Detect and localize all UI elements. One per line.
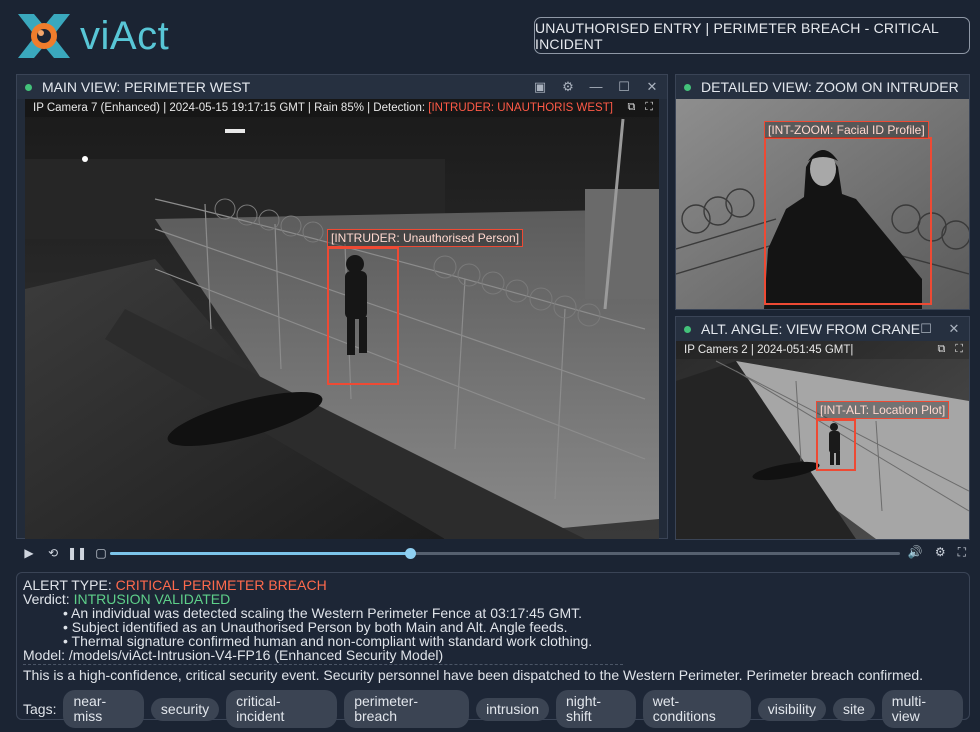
play-icon[interactable]: ▶: [18, 546, 40, 560]
tag-list: Tags: near-miss security critical-incide…: [23, 690, 963, 728]
tag-chip[interactable]: night-shift: [556, 690, 636, 728]
main-camera-feed[interactable]: IP Camera 7 (Enhanced) | 2024-05-15 19:1…: [25, 99, 659, 539]
finding-item: • An individual was detected scaling the…: [63, 605, 583, 621]
logo-text: viAct: [80, 13, 170, 58]
tag-chip[interactable]: visibility: [757, 697, 826, 721]
fullscreen-icon[interactable]: ⛶: [645, 101, 653, 114]
tag-chip[interactable]: multi-view: [881, 690, 963, 728]
volume-icon[interactable]: 🔊: [908, 545, 923, 560]
live-indicator-icon: [25, 83, 32, 91]
alt-feed-caption: IP Camers 2 | 2024-051:45 GMT|: [676, 341, 969, 359]
close-icon[interactable]: ✕: [947, 321, 961, 337]
pause-icon[interactable]: ❚❚: [66, 546, 88, 560]
close-icon[interactable]: ✕: [645, 79, 659, 95]
location-plot-bounding-box[interactable]: [816, 419, 856, 471]
finding-item: • Subject identified as an Unauthorised …: [63, 619, 568, 635]
main-view-header: MAIN VIEW: PERIMETER WEST ▣ ⚙ — ☐ ✕: [17, 75, 667, 99]
video-player-bar: ▶ ⟲ ❚❚ ▢ 🔊 ⚙ ⛶: [16, 541, 970, 565]
minimize-icon[interactable]: —: [589, 79, 603, 95]
alert-summary: This is a high-confidence, critical secu…: [23, 667, 924, 683]
alt-view-header: ALT. ANGLE: VIEW FROM CRANE ☐ ✕: [676, 317, 969, 341]
main-feed-detection: [INTRUDER: UNAUTHORIS WEST]: [428, 102, 613, 114]
fullscreen-icon[interactable]: ⛶: [955, 343, 963, 356]
tag-chip[interactable]: wet-conditions: [642, 690, 751, 728]
facial-id-bounding-box[interactable]: [764, 137, 932, 305]
maximize-icon[interactable]: ☐: [919, 321, 933, 337]
save-icon[interactable]: ▣: [533, 79, 547, 95]
alt-view-panel: ALT. ANGLE: VIEW FROM CRANE ☐ ✕ IP Camer…: [675, 316, 970, 540]
settings-gear-icon[interactable]: ⚙: [935, 545, 946, 560]
model-path: Model: /models/viAct-Intrusion-V4-FP16 (…: [23, 647, 444, 663]
live-indicator-icon: [684, 83, 691, 91]
alert-type-line: ALERT TYPE: CRITICAL PERIMETER BREACH: [23, 578, 963, 592]
popout-icon[interactable]: ⧉: [627, 101, 635, 114]
verdict-line: Verdict: INTRUSION VALIDATED: [23, 592, 963, 606]
tags-label: Tags:: [23, 701, 57, 717]
detail-view-title: DETAILED VIEW: ZOOM ON INTRUDER: [701, 79, 959, 95]
tag-chip[interactable]: security: [150, 697, 220, 721]
gear-icon[interactable]: ⚙: [561, 79, 575, 95]
seek-bar[interactable]: [110, 548, 900, 559]
detail-view-header: DETAILED VIEW: ZOOM ON INTRUDER: [676, 75, 969, 99]
facial-id-bbox-label: [INT-ZOOM: Facial ID Profile]: [764, 121, 929, 139]
intruder-bounding-box[interactable]: [327, 247, 399, 385]
live-indicator-icon: [684, 325, 691, 333]
stop-icon[interactable]: ▢: [90, 546, 112, 560]
popout-icon[interactable]: ⧉: [937, 343, 945, 356]
seek-bar-progress: [110, 552, 411, 555]
finding-item: • Thermal signature confirmed human and …: [63, 633, 593, 649]
location-plot-bbox-label: [INT-ALT: Location Plot]: [816, 401, 950, 419]
alt-view-title: ALT. ANGLE: VIEW FROM CRANE: [701, 321, 921, 337]
main-feed-caption: IP Camera 7 (Enhanced) | 2024-05-15 19:1…: [25, 99, 659, 117]
tag-chip[interactable]: near-miss: [63, 690, 144, 728]
alert-details-panel: ALERT TYPE: CRITICAL PERIMETER BREACH Ve…: [16, 572, 970, 728]
seek-bar-handle[interactable]: [405, 548, 417, 559]
main-view-title: MAIN VIEW: PERIMETER WEST: [42, 79, 251, 95]
tag-chip[interactable]: critical-incident: [226, 690, 338, 728]
tag-chip[interactable]: intrusion: [476, 697, 550, 721]
logo-icon: [16, 12, 72, 60]
tag-chip[interactable]: site: [832, 697, 875, 721]
intruder-bbox-label: [INTRUDER: Unauthorised Person]: [327, 229, 524, 247]
rewind-icon[interactable]: ⟲: [42, 546, 64, 560]
main-feed-caption-text: IP Camera 7 (Enhanced) | 2024-05-15 19:1…: [33, 102, 429, 114]
incident-title: UNAUTHORISED ENTRY | PERIMETER BREACH - …: [534, 17, 970, 54]
detail-view-panel: DETAILED VIEW: ZOOM ON INTRUDER [INT-ZOO…: [675, 74, 970, 310]
maximize-icon[interactable]: ☐: [617, 79, 631, 95]
divider: [23, 664, 623, 665]
fullscreen-icon[interactable]: ⛶: [958, 545, 966, 560]
alt-camera-feed[interactable]: IP Camers 2 | 2024-051:45 GMT| ⧉ ⛶ [INT-…: [676, 341, 969, 539]
brand-logo: viAct: [16, 12, 169, 60]
tag-chip[interactable]: perimeter-breach: [344, 690, 470, 728]
main-view-panel: MAIN VIEW: PERIMETER WEST ▣ ⚙ — ☐ ✕ IP C…: [16, 74, 668, 539]
detail-camera-feed[interactable]: [INT-ZOOM: Facial ID Profile]: [676, 99, 969, 309]
